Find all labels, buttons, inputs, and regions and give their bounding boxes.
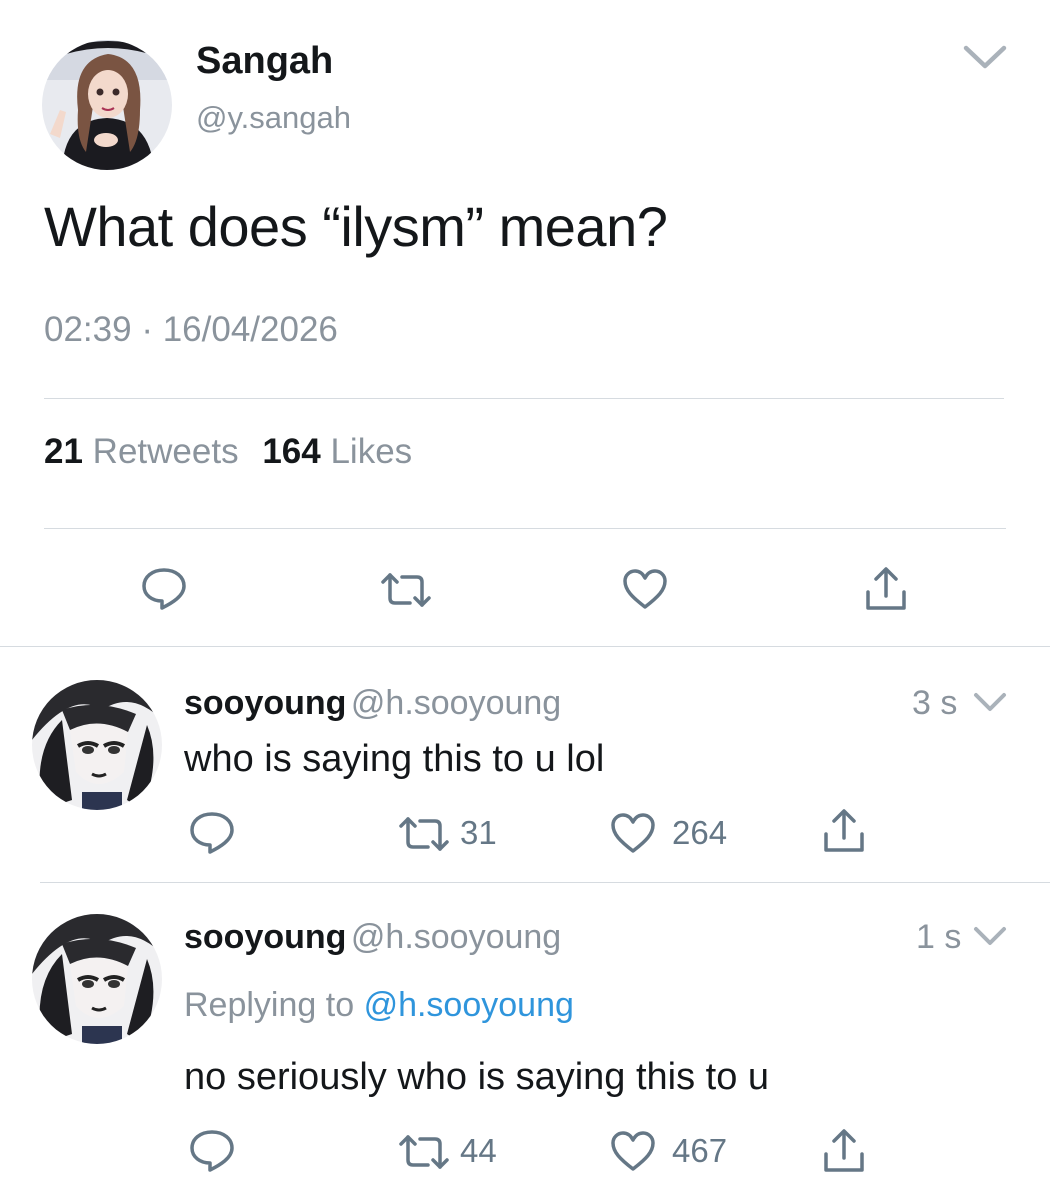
like-count: 467 [672,1132,728,1169]
tweet-text: What does “ilysm” mean? [44,195,668,258]
engagement-stats: 21 Retweets 164 Likes [44,432,426,472]
reply-icon[interactable] [140,566,188,612]
divider [44,528,1006,529]
divider [44,398,1004,399]
tweet-timestamp: 02:39 · 16/04/2026 [44,310,338,350]
reply-header: sooyoung @h.sooyoung [184,918,561,957]
reply-text: who is saying this to u lol [184,738,605,780]
replying-to: Replying to @h.sooyoung [184,986,574,1025]
divider [40,882,1050,883]
replying-to-label: Replying to [184,986,355,1024]
retweets-count[interactable]: 21 [44,432,83,471]
reply-author-handle[interactable]: @h.sooyoung [351,684,561,722]
chevron-down-icon[interactable] [972,690,1008,716]
share-icon[interactable] [864,566,908,612]
author-avatar[interactable] [42,40,172,170]
reply-timestamp: 1 s [916,918,962,956]
reply-author-name[interactable]: sooyoung [184,684,346,722]
author-name[interactable]: Sangah [196,40,333,83]
share-icon[interactable] [822,808,866,854]
likes-label[interactable]: Likes [330,432,412,471]
reply-author-name[interactable]: sooyoung [184,918,346,956]
author-handle[interactable]: @y.sangah [196,100,351,136]
separator-dot: · [141,310,163,349]
like-icon[interactable] [610,1130,656,1172]
like-count: 264 [672,814,728,851]
share-icon[interactable] [822,1128,866,1174]
retweet-icon[interactable] [398,1132,450,1172]
like-icon[interactable] [622,568,668,610]
replying-to-handle[interactable]: @h.sooyoung [364,986,574,1024]
likes-count[interactable]: 164 [262,432,320,471]
tweet-date: 16/04/2026 [162,310,338,349]
retweets-label[interactable]: Retweets [93,432,239,471]
tweet-time: 02:39 [44,310,132,349]
retweet-icon[interactable] [380,570,432,610]
reply-text: no seriously who is saying this to u [184,1056,770,1098]
chevron-down-icon[interactable] [972,924,1008,950]
reply-timestamp: 3 s [912,684,958,722]
chevron-down-icon[interactable] [962,42,1008,74]
divider [0,646,1050,647]
retweet-count: 31 [460,814,497,851]
reply-icon[interactable] [188,810,236,856]
reply-avatar[interactable] [32,914,162,1044]
reply-author-handle[interactable]: @h.sooyoung [351,918,561,956]
reply-icon[interactable] [188,1128,236,1174]
retweet-count: 44 [460,1132,497,1169]
reply-avatar[interactable] [32,680,162,810]
reply-header: sooyoung @h.sooyoung [184,684,561,723]
like-icon[interactable] [610,812,656,854]
retweet-icon[interactable] [398,814,450,854]
